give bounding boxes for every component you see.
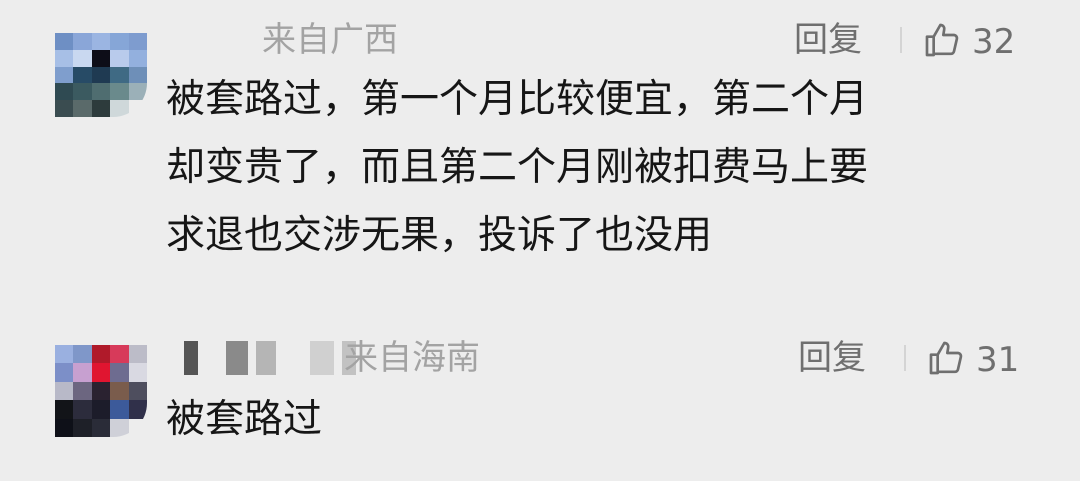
reply-button[interactable]: 回复 [798, 338, 866, 378]
avatar-pixel [110, 83, 129, 101]
avatar-pixel [55, 33, 74, 50]
avatar-pixel [73, 400, 92, 419]
avatar-pixel [73, 363, 92, 382]
avatar-pixel [73, 33, 92, 50]
comment-location: 来自海南 [344, 338, 480, 378]
avatar-pixel [73, 381, 92, 401]
like-button[interactable]: 31 [926, 338, 1019, 382]
avatar-pixel [128, 363, 147, 382]
avatar-pixel [110, 381, 129, 401]
avatar-pixel [55, 400, 74, 419]
avatar-pixel [110, 400, 129, 419]
avatar-pixel [55, 418, 74, 437]
reply-button[interactable]: 回复 [794, 20, 862, 60]
like-count: 32 [972, 22, 1016, 62]
avatar-pixel [91, 418, 111, 437]
blurred-username [184, 341, 356, 375]
avatar-pixel [128, 33, 147, 50]
avatar-pixel [55, 381, 74, 401]
avatar-pixel [128, 345, 147, 364]
thumbs-up-icon [922, 20, 962, 64]
avatar-pixel [128, 418, 147, 437]
thumbs-up-icon [926, 338, 966, 382]
avatar-pixel [55, 49, 74, 67]
avatar-pixel [91, 83, 111, 101]
divider [900, 27, 902, 53]
avatar-pixel [128, 100, 147, 117]
avatar-pixel [73, 66, 92, 84]
comment-text: 被套路过，第一个月比较便宜，第二个月 却变贵了，而且第二个月刚被扣费马上要 求退… [166, 77, 869, 258]
avatar-pixel [110, 66, 129, 84]
avatar-pixel [55, 363, 74, 382]
avatar-pixel [55, 83, 74, 101]
avatar-pixel [91, 100, 111, 117]
avatar-pixel [128, 66, 147, 84]
avatar-pixel [110, 100, 129, 117]
avatar-pixel [73, 49, 92, 67]
avatar-pixel [91, 381, 111, 401]
avatar-pixel [128, 83, 147, 101]
comment-location: 来自广西 [262, 20, 398, 60]
avatar-pixel [73, 345, 92, 364]
avatar-pixel [91, 400, 111, 419]
avatar-pixel [91, 66, 111, 84]
divider [904, 345, 906, 371]
avatar-pixel [110, 345, 129, 364]
avatar-pixel [110, 33, 129, 50]
avatar-pixel [110, 418, 129, 437]
avatar-pixel [110, 363, 129, 382]
avatar-pixel [128, 49, 147, 67]
avatar-pixel [55, 66, 74, 84]
avatar-pixel [128, 381, 147, 401]
avatar-pixel [128, 400, 147, 419]
like-button[interactable]: 32 [922, 20, 1015, 64]
avatar-pixel [73, 83, 92, 101]
avatar-pixel [91, 345, 111, 364]
comment-text: 被套路过 [166, 397, 323, 442]
avatar-pixel [73, 418, 92, 437]
like-count: 31 [976, 340, 1020, 380]
avatar[interactable] [55, 33, 147, 117]
avatar-pixel [73, 100, 92, 117]
avatar-pixel [91, 33, 111, 50]
avatar-pixel [110, 49, 129, 67]
avatar-pixel [91, 363, 111, 382]
avatar-pixel [55, 345, 74, 364]
avatar-pixel [55, 100, 74, 117]
avatar[interactable] [55, 345, 147, 437]
avatar-pixel [91, 49, 111, 67]
